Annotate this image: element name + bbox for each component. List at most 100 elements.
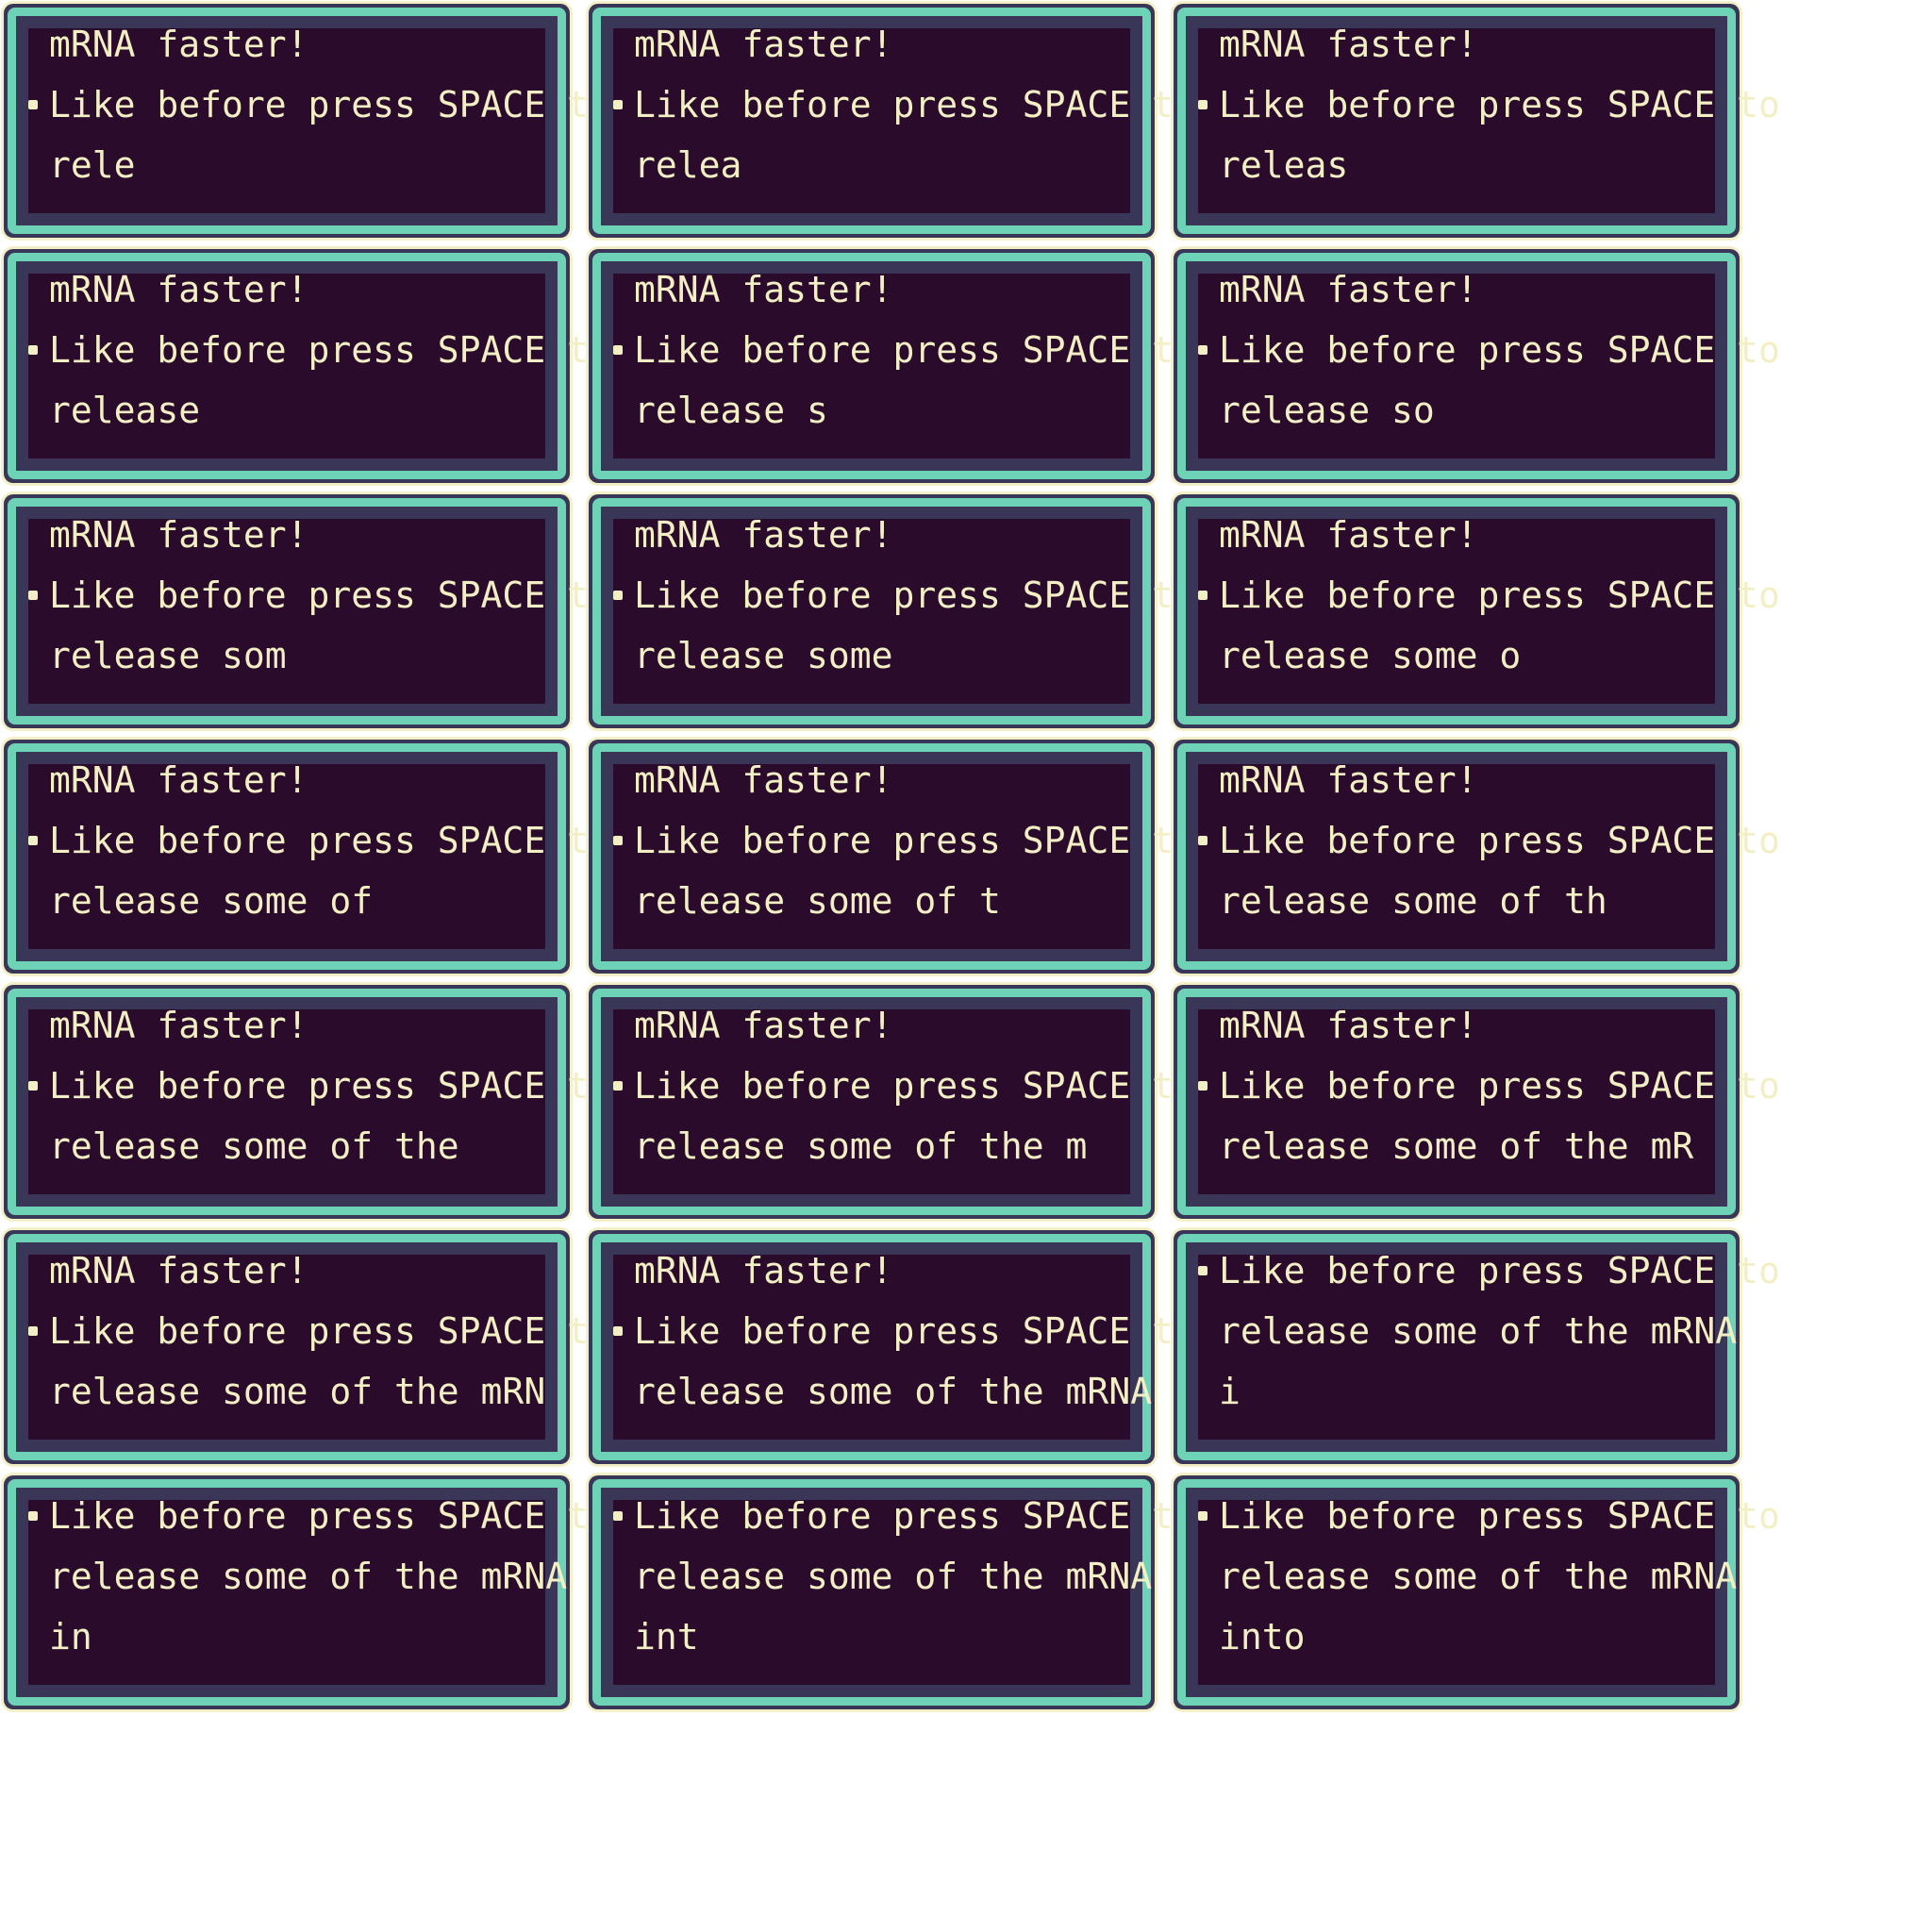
bullet-icon xyxy=(28,1081,38,1091)
dialogue-text-line: Like before press SPACE to xyxy=(634,1495,1195,1537)
dialogue-text-line: mRNA faster! xyxy=(634,24,893,65)
dialogue-text-line: mRNA faster! xyxy=(49,759,308,801)
dialogue-text-line: mRNA faster! xyxy=(634,759,893,801)
dialogue-text-line: mRNA faster! xyxy=(1219,269,1478,310)
bullet-icon xyxy=(613,1326,623,1336)
bullet-icon xyxy=(28,100,38,109)
bullet-icon xyxy=(1198,345,1208,355)
dialogue-text-line: int xyxy=(634,1616,699,1657)
dialogue-text-line: i xyxy=(1219,1371,1241,1412)
dialogue-text-line: Like before press SPACE to xyxy=(49,575,610,616)
dialogue-text-line: mRNA faster! xyxy=(634,1005,893,1046)
dialogue-text-line: mRNA faster! xyxy=(1219,24,1478,65)
dialogue-text-line: Like before press SPACE to xyxy=(49,84,610,125)
dialogue-text-line: release some of the mRNA xyxy=(634,1371,1153,1412)
dialogue-text-line: release some of the m xyxy=(634,1125,1088,1167)
dialogue-text-line: release some xyxy=(634,635,893,676)
dialogue-text-line: Like before press SPACE to xyxy=(634,575,1195,616)
dialogue-text-line: Like before press SPACE to xyxy=(1219,575,1780,616)
dialogue-text-line: Like before press SPACE to xyxy=(634,1310,1195,1352)
dialogue-text-line: mRNA faster! xyxy=(49,1250,308,1291)
dialogue-box-frame: mRNA faster! Like before press SPACE to re… xyxy=(1174,740,1780,974)
dialogue-text-line: release some of the mRNA xyxy=(634,1556,1153,1597)
bullet-icon xyxy=(1198,1081,1208,1091)
dialogue-box-frame: mRNA faster! Like before press SPACE to re… xyxy=(589,985,1195,1219)
dialogue-text-line: release some of the mRNA xyxy=(1219,1556,1738,1597)
dialogue-box-frame: mRNA faster! Like before press SPACE to re… xyxy=(589,740,1195,974)
bullet-icon xyxy=(28,1511,38,1521)
dialogue-text-line: mRNA faster! xyxy=(49,1005,308,1046)
dialogue-text-line: Like before press SPACE to xyxy=(634,1065,1195,1107)
dialogue-text-line: Like before press SPACE to xyxy=(1219,84,1780,125)
dialogue-box-frame: mRNA faster! Like before press SPACE to re… xyxy=(589,249,1195,483)
dialogue-text-line: mRNA faster! xyxy=(634,269,893,310)
dialogue-text-line: mRNA faster! xyxy=(1219,759,1478,801)
dialogue-box-frame: Like before press SPACE to release some o… xyxy=(4,1475,610,1709)
bullet-icon xyxy=(1198,1266,1208,1275)
dialogue-text-line: Like before press SPACE to xyxy=(634,84,1195,125)
dialogue-frame-sheet: mRNA faster! Like before press SPACE to re… xyxy=(4,4,1780,1709)
bullet-icon xyxy=(28,591,38,600)
dialogue-text-line: Like before press SPACE to xyxy=(49,1495,610,1537)
dialogue-box-frame: mRNA faster! Like before press SPACE to re… xyxy=(1174,4,1780,238)
bullet-icon xyxy=(613,836,623,845)
bullet-icon xyxy=(1198,1511,1208,1521)
dialogue-text-line: mRNA faster! xyxy=(49,269,308,310)
dialogue-text-line: Like before press SPACE to xyxy=(49,329,610,371)
bullet-icon xyxy=(613,345,623,355)
dialogue-box-frame: mRNA faster! Like before press SPACE to re… xyxy=(4,1230,610,1464)
dialogue-text-line: mRNA faster! xyxy=(1219,514,1478,556)
dialogue-text-line: mRNA faster! xyxy=(49,24,308,65)
dialogue-text-line: Like before press SPACE to xyxy=(1219,1065,1780,1107)
bullet-icon xyxy=(613,100,623,109)
bullet-icon xyxy=(1198,591,1208,600)
dialogue-box-frame: mRNA faster! Like before press SPACE to re… xyxy=(589,4,1195,238)
dialogue-box-frame: Like before press SPACE to release some o… xyxy=(1174,1230,1780,1464)
dialogue-text-line: mRNA faster! xyxy=(634,1250,893,1291)
bullet-icon xyxy=(1198,100,1208,109)
dialogue-text-line: Like before press SPACE to xyxy=(1219,1495,1780,1537)
dialogue-box-frame: Like before press SPACE to release some o… xyxy=(589,1475,1195,1709)
bullet-icon xyxy=(1198,836,1208,845)
dialogue-text-line: release some of the xyxy=(49,1125,459,1167)
dialogue-text-line: Like before press SPACE to xyxy=(49,820,610,861)
dialogue-text-line: Like before press SPACE to xyxy=(634,329,1195,371)
dialogue-text-line: mRNA faster! xyxy=(49,514,308,556)
dialogue-text-line: in xyxy=(49,1616,92,1657)
dialogue-text-line: Like before press SPACE to xyxy=(1219,820,1780,861)
dialogue-text-line: into xyxy=(1219,1616,1306,1657)
dialogue-text-line: Like before press SPACE to xyxy=(1219,329,1780,371)
dialogue-text-line: releas xyxy=(1219,144,1349,186)
dialogue-text-line: release some of th xyxy=(1219,880,1607,922)
bullet-icon xyxy=(613,1081,623,1091)
dialogue-box-frame: mRNA faster! Like before press SPACE to re… xyxy=(589,1230,1195,1464)
dialogue-text-line: Like before press SPACE to xyxy=(1219,1250,1780,1291)
bullet-icon xyxy=(613,591,623,600)
dialogue-box-frame: mRNA faster! Like before press SPACE to re… xyxy=(4,249,610,483)
dialogue-text-line: release s xyxy=(634,390,828,431)
dialogue-text-line: Like before press SPACE to xyxy=(49,1310,610,1352)
dialogue-text-line: Like before press SPACE to xyxy=(634,820,1195,861)
dialogue-box-frame: mRNA faster! Like before press SPACE to re… xyxy=(1174,494,1780,728)
bullet-icon xyxy=(28,345,38,355)
dialogue-box-frame: mRNA faster! Like before press SPACE to re… xyxy=(589,494,1195,728)
bullet-icon xyxy=(613,1511,623,1521)
dialogue-text-line: mRNA faster! xyxy=(1219,1005,1478,1046)
dialogue-text-line: release some of the mRNA xyxy=(1219,1310,1738,1352)
dialogue-text-line: release some of the mRN xyxy=(49,1371,546,1412)
dialogue-box-frame: mRNA faster! Like before press SPACE to re… xyxy=(4,494,610,728)
bullet-icon xyxy=(28,836,38,845)
dialogue-text-line: release som xyxy=(49,635,287,676)
bullet-icon xyxy=(28,1326,38,1336)
dialogue-text-line: release some of t xyxy=(634,880,1001,922)
dialogue-box-frame: mRNA faster! Like before press SPACE to re… xyxy=(4,740,610,974)
dialogue-text-line: mRNA faster! xyxy=(634,514,893,556)
dialogue-text-line: release so xyxy=(1219,390,1435,431)
dialogue-text-line: Like before press SPACE to xyxy=(49,1065,610,1107)
dialogue-text-line: release some of the mR xyxy=(1219,1125,1694,1167)
dialogue-box-frame: Like before press SPACE to release some o… xyxy=(1174,1475,1780,1709)
dialogue-text-line: relea xyxy=(634,144,742,186)
dialogue-text-line: release some o xyxy=(1219,635,1522,676)
dialogue-text-line: release some of the mRNA xyxy=(49,1556,568,1597)
dialogue-box-frame: mRNA faster! Like before press SPACE to re… xyxy=(1174,249,1780,483)
